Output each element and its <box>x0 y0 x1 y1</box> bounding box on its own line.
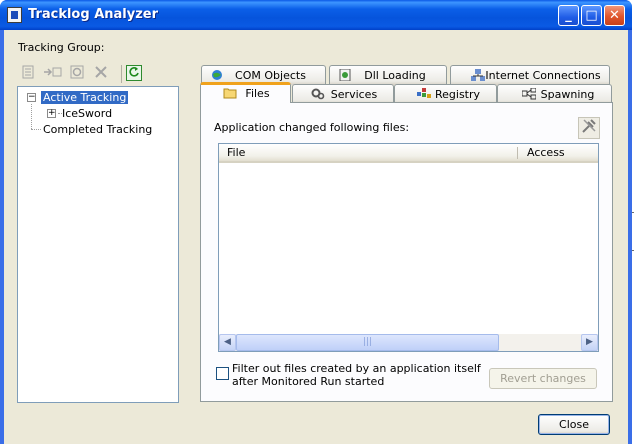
tree-item-label: IceSword <box>62 107 113 120</box>
gears-icon <box>311 88 325 100</box>
files-list-header: File Access <box>219 144 598 163</box>
tab-files[interactable]: Files <box>200 82 291 103</box>
tab-dll-loading[interactable]: Dll Loading <box>329 65 447 85</box>
folder-icon <box>223 88 237 99</box>
tab-label: Internet Connections <box>485 69 601 82</box>
tab-registry[interactable]: Registry <box>394 84 497 104</box>
tree-item-icesword[interactable]: IceSword <box>62 106 112 121</box>
scroll-left-arrow-icon[interactable]: ◀ <box>219 334 236 351</box>
refresh-icon[interactable] <box>126 65 142 81</box>
tree-item-label: Active Tracking <box>41 91 129 104</box>
maximize-button[interactable]: □ <box>581 5 602 26</box>
tree-line <box>31 104 32 129</box>
window-title: Tracklog Analyzer <box>28 7 159 22</box>
globe-icon <box>212 70 222 80</box>
delete-icon[interactable] <box>93 65 109 81</box>
close-window-button[interactable]: ✕ <box>604 5 625 26</box>
registry-icon <box>417 88 431 98</box>
column-header-file[interactable]: File <box>219 144 517 162</box>
tools-icon <box>582 119 596 133</box>
files-tab-panel: Application changed following files: Fil… <box>200 102 613 402</box>
tracking-tree[interactable]: − Active Tracking + IceSword Completed T… <box>17 86 179 403</box>
collapse-icon[interactable]: − <box>27 93 36 102</box>
scrollbar-thumb[interactable]: ||| <box>236 334 499 351</box>
revert-changes-button[interactable]: Revert changes <box>489 368 597 389</box>
network-icon <box>471 69 485 81</box>
tracklog-analyzer-window: Tracklog Analyzer _ □ ✕ Tracking Group: <box>0 0 632 444</box>
tab-spawning[interactable]: Spawning <box>497 84 612 104</box>
tab-label: Dll Loading <box>364 69 426 82</box>
tab-label: Registry <box>434 88 481 101</box>
column-separator[interactable] <box>517 147 518 159</box>
tab-services[interactable]: Services <box>292 84 394 104</box>
files-list[interactable]: File Access ◀ ||| ▶ <box>218 143 599 352</box>
filter-checkbox[interactable] <box>216 367 229 380</box>
tree-item-active-tracking[interactable]: Active Tracking <box>41 90 129 105</box>
toolbar-separator <box>121 65 122 83</box>
title-bar[interactable]: Tracklog Analyzer _ □ ✕ <box>0 0 632 30</box>
tracking-group-label: Tracking Group: <box>18 41 105 54</box>
stop-icon[interactable] <box>69 65 85 81</box>
column-header-access[interactable]: Access <box>519 144 598 162</box>
tree-item-completed-tracking[interactable]: Completed Tracking <box>43 122 152 137</box>
dialog-body: Tracking Group: − Active Tracking + IceS… <box>4 30 628 444</box>
tools-button[interactable] <box>578 117 600 139</box>
tab-label: Services <box>330 88 378 101</box>
tab-label: COM Objects <box>235 69 306 82</box>
tree-item-label: Completed Tracking <box>43 123 153 136</box>
dll-icon <box>339 69 351 81</box>
minimize-button[interactable]: _ <box>558 5 579 26</box>
expand-icon[interactable]: + <box>47 109 56 118</box>
horizontal-scrollbar[interactable]: ◀ ||| ▶ <box>219 334 598 351</box>
hierarchy-icon <box>522 88 536 100</box>
tab-label: Spawning <box>540 88 595 101</box>
filter-checkbox-label[interactable]: Filter out files created by an applicati… <box>232 362 492 388</box>
tab-label: Files <box>245 87 270 100</box>
tree-toolbar <box>18 63 178 85</box>
run-icon[interactable] <box>43 65 63 81</box>
files-description: Application changed following files: <box>214 121 410 134</box>
app-icon <box>7 7 22 23</box>
scroll-right-arrow-icon[interactable]: ▶ <box>581 334 598 351</box>
tree-line <box>31 129 41 130</box>
tab-internet-connections[interactable]: Internet Connections <box>450 65 610 85</box>
properties-icon[interactable] <box>20 65 36 81</box>
close-button[interactable]: Close <box>538 414 610 435</box>
